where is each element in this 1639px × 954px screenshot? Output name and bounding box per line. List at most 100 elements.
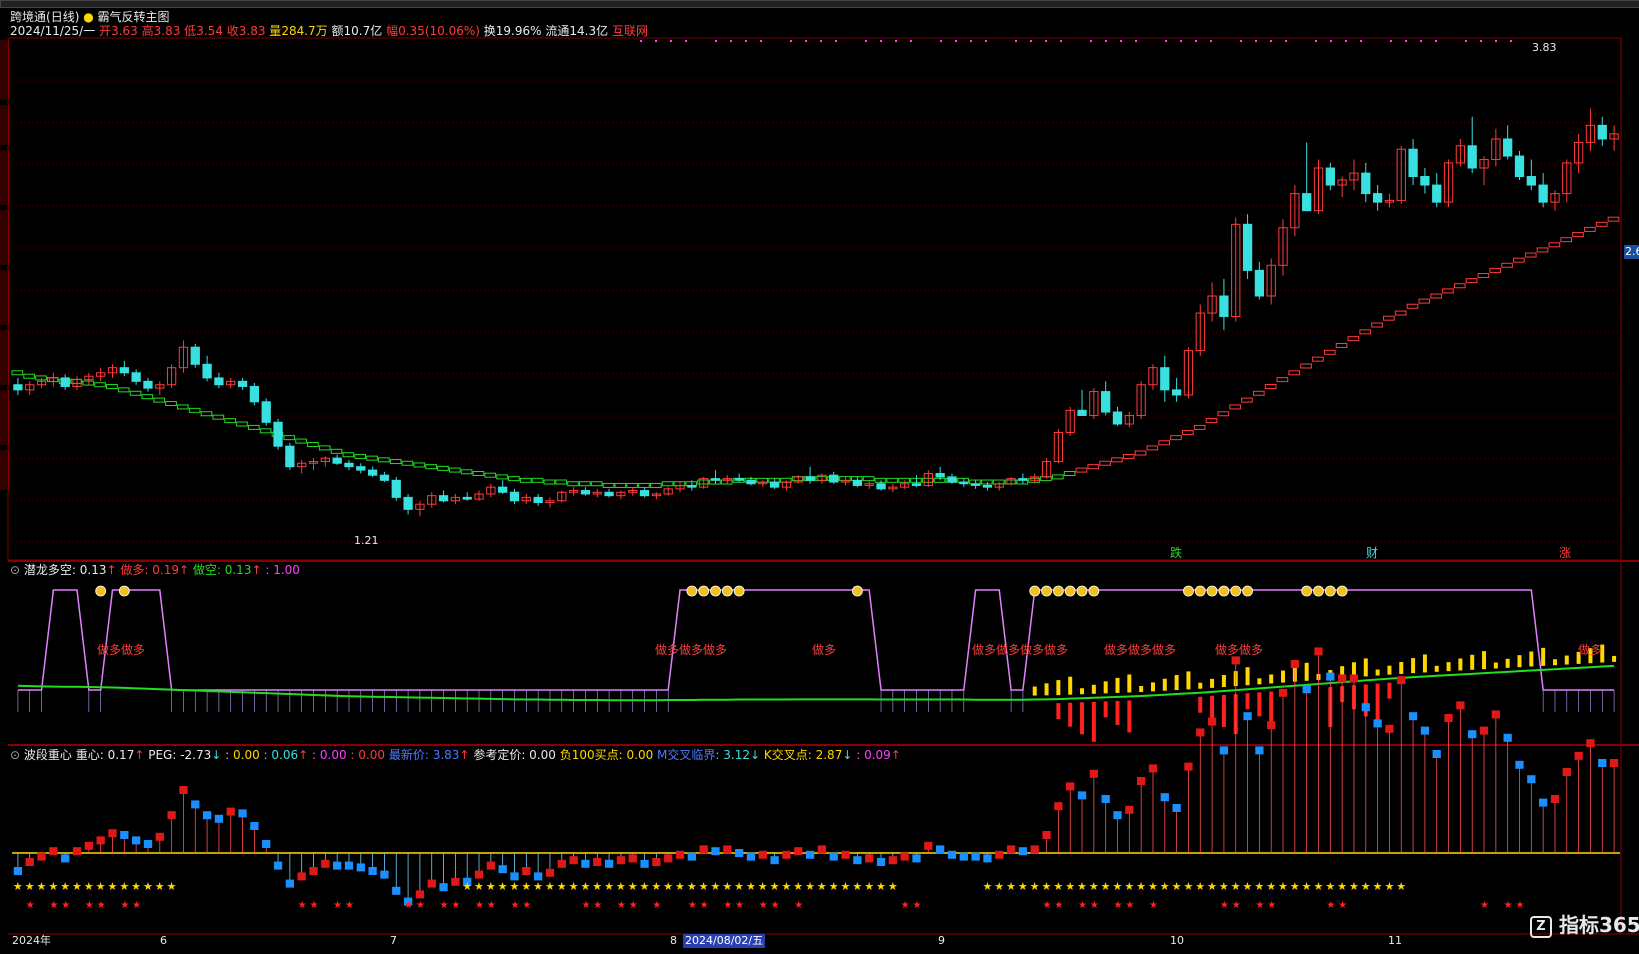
star-icon: ★ — [628, 880, 638, 893]
ma-line-segment — [448, 467, 461, 473]
star-icon: ★ — [1089, 880, 1099, 893]
left-tab-5[interactable] — [0, 270, 9, 325]
panel3-block — [179, 786, 188, 794]
panel3-block — [1160, 793, 1169, 802]
panel2-yellow-bar — [1446, 662, 1451, 672]
star-icon: ★ — [734, 880, 744, 893]
star-icon: ★ — [994, 880, 1004, 893]
panel3-block — [1408, 712, 1418, 721]
collapse-icon[interactable]: ⊙ — [10, 563, 20, 577]
money-bag-icon — [1041, 585, 1052, 597]
amount-value: 10.7亿 — [343, 24, 383, 38]
ma-line-segment — [1099, 460, 1111, 466]
left-tab-7[interactable] — [0, 390, 9, 445]
candle-body — [935, 472, 945, 478]
ma-line-segment — [413, 462, 426, 468]
ma-line-segment — [1217, 411, 1230, 417]
panel2-yellow-bar — [1080, 688, 1085, 695]
signal-dot — [940, 40, 942, 42]
header-quote: 2024/11/25/一 开3.63 高3.83 低3.54 收3.83 量28… — [10, 24, 648, 38]
ref-value: : 0.00 — [521, 748, 556, 762]
left-tab-2[interactable] — [0, 105, 9, 145]
ma-line-segment — [898, 477, 910, 483]
sector-link[interactable]: 互联网 — [612, 24, 648, 38]
dot-icon: ● — [83, 10, 94, 24]
candle-body — [462, 496, 472, 500]
star-icon: ★ — [511, 900, 520, 911]
arrow-up-icon: ↑ — [459, 748, 470, 762]
collapse-icon[interactable]: ⊙ — [10, 748, 20, 762]
left-tab-6[interactable] — [0, 330, 9, 385]
panel3-block — [356, 863, 365, 872]
ma-line-segment — [212, 414, 225, 420]
star-icon: ★ — [131, 880, 141, 893]
candle-body — [1432, 184, 1442, 203]
panel3-block — [805, 850, 815, 859]
signal-dot — [1240, 40, 1242, 42]
panel3-block — [522, 867, 531, 875]
money-bag-icon — [1064, 585, 1076, 597]
high-value: 3.83 — [153, 24, 181, 38]
star-icon: ★ — [522, 900, 531, 911]
candle-body — [1101, 391, 1111, 413]
panel3-block — [1314, 647, 1323, 656]
signal-dot — [910, 40, 912, 42]
star-icon: ★ — [1078, 900, 1087, 911]
ma-line-segment — [1406, 303, 1419, 309]
signal-dot — [1255, 40, 1257, 42]
star-icon: ★ — [1326, 900, 1335, 911]
panel3-block — [1397, 676, 1406, 685]
top-toolbar[interactable] — [0, 0, 1639, 8]
panel2-v4: : 1.00 — [265, 563, 300, 577]
ma-line-segment — [1607, 216, 1620, 222]
panel3-block — [1444, 714, 1453, 722]
m-label: M交叉临界 — [657, 748, 716, 762]
star-icon: ★ — [37, 880, 47, 893]
panel2-yellow-bar — [1091, 684, 1096, 694]
ma-line-segment — [82, 380, 95, 386]
signal-dot — [955, 40, 957, 42]
arrow-up-icon: ↑ — [298, 748, 309, 762]
star-icon: ★ — [1337, 880, 1347, 893]
panel3-block — [238, 809, 247, 818]
star-icon: ★ — [1124, 880, 1134, 893]
ma-line-segment — [602, 482, 615, 488]
panel2-yellow-bar — [1517, 655, 1522, 668]
peg-label: PEG — [148, 748, 173, 762]
candle-body — [1112, 411, 1123, 425]
left-tab-8[interactable] — [0, 450, 9, 490]
signal-dot — [1030, 40, 1032, 42]
panel2-yellow-bar — [1032, 686, 1037, 696]
star-icon: ★ — [1136, 880, 1146, 893]
panel3-block — [1326, 672, 1335, 681]
star-icon: ★ — [108, 880, 118, 893]
left-tab-4[interactable] — [0, 210, 9, 265]
signal-dot — [835, 40, 837, 42]
star-icon: ★ — [700, 900, 709, 911]
panel2-yellow-bar — [1068, 676, 1073, 695]
panel2-yellow-bar — [1139, 686, 1144, 693]
star-icon: ★ — [746, 880, 756, 893]
panel3-block — [865, 854, 874, 863]
panel3-block — [1243, 712, 1252, 721]
left-tab-3[interactable] — [0, 150, 9, 205]
star-icon: ★ — [1195, 880, 1205, 893]
star-icon: ★ — [1114, 900, 1123, 911]
panel2-header: ⊙ 潜龙多空: 0.13↑ 做多: 0.19↑ 做空: 0.13↑ : 1.00 — [10, 563, 300, 577]
candle-body — [769, 481, 780, 488]
high-label: 高 — [141, 24, 154, 38]
ma-line-segment — [1536, 247, 1549, 253]
left-tab-1[interactable] — [0, 40, 9, 100]
star-icon: ★ — [758, 880, 768, 893]
money-bag-icon — [95, 585, 107, 597]
panel2-red-bar — [1375, 683, 1380, 724]
panel2-yellow-bar — [1399, 662, 1404, 674]
chart-canvas[interactable]: ★ ★★★ ★★★★★ ★★★★★ ★★★★★ ★ ★★ ★ ★ ★ ★ ★ ★ ★★ ★★★★★ ★★★★★… — [0, 0, 1639, 954]
star-icon: ★ — [711, 880, 721, 893]
signal-long-5: 做多做多做多 — [1104, 643, 1177, 657]
panel3-block — [61, 854, 70, 863]
star-icon: ★ — [120, 900, 129, 911]
signal-dot — [640, 40, 642, 42]
signal-dot — [985, 40, 987, 42]
panel3-block — [770, 856, 779, 865]
